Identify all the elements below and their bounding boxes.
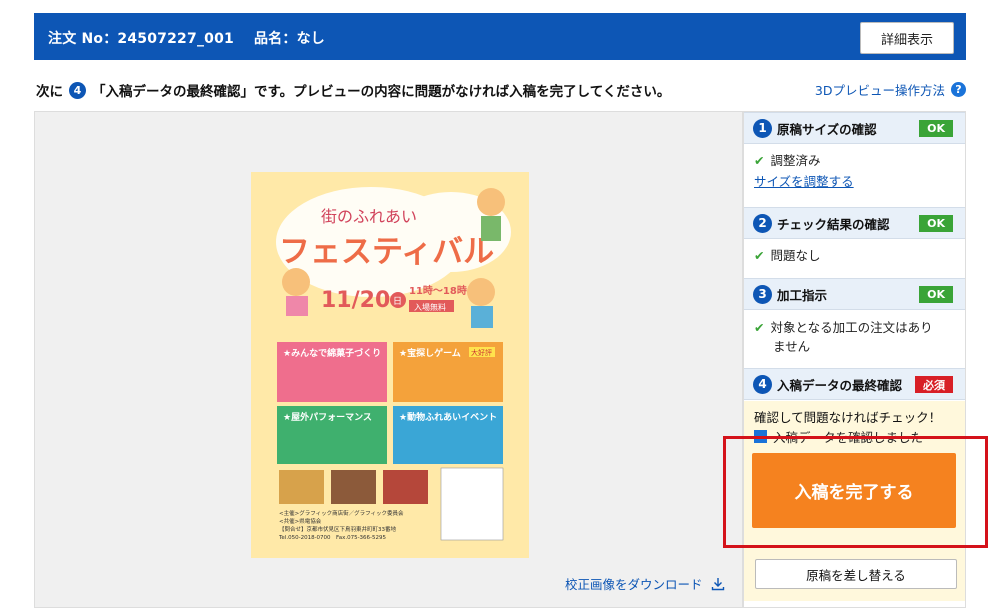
- flyer-co-organizer: <共催>県電協会: [279, 517, 322, 525]
- step-1-number: 1: [753, 118, 772, 138]
- step-3-body: ✔ 対象となる加工の注文はあり ません: [754, 318, 933, 356]
- step-2-status: 問題なし: [770, 248, 821, 263]
- confirm-instruction: 確認して問題なければチェック！: [754, 410, 942, 425]
- step-3-status-line1: 対象となる加工の注文はあり: [770, 320, 933, 335]
- flyer-box2-tag: 大好評: [471, 348, 492, 357]
- step-3-header: 3 加工指示 OK: [744, 278, 965, 310]
- step-1-body: ✔ 調整済み サイズを調整する: [754, 151, 854, 191]
- step-number-badge: 4: [69, 81, 86, 99]
- flyer-entry: 入場無料: [414, 302, 446, 312]
- step-2-title: チェック結果の確認: [777, 216, 890, 232]
- order-info: 注文 No：24507227_001 品名：なし: [48, 28, 325, 48]
- checkmark-icon: ✔: [754, 153, 765, 168]
- flyer-preview: 街のふれあい フェスティバル 11/20 日 11時〜18時 入場無料 ★みんな…: [251, 172, 529, 558]
- product-name: 品名：なし: [253, 31, 325, 47]
- flyer-box4-title: ★動物ふれあいイベント: [399, 411, 497, 423]
- step-2-ok-badge: OK: [919, 215, 953, 232]
- order-number: 注文 No：24507227_001: [48, 31, 234, 47]
- download-icon[interactable]: [711, 577, 725, 591]
- step-3-ok-badge: OK: [919, 286, 953, 303]
- adjust-size-link[interactable]: サイズを調整する: [754, 172, 854, 191]
- flyer-box3-title: ★屋外パフォーマンス: [283, 411, 372, 423]
- step-3-number: 3: [753, 284, 772, 304]
- question-icon[interactable]: ?: [951, 82, 966, 97]
- replace-manuscript-button[interactable]: 原稿を差し替える: [755, 559, 957, 589]
- step-1-ok-badge: OK: [919, 120, 953, 137]
- step-1-header: 1 原稿サイズの確認 OK: [744, 112, 965, 144]
- order-header-bar: 注文 No：24507227_001 品名：なし 詳細表示: [34, 13, 966, 60]
- instruction-body: 「入稿データの最終確認」です。プレビューの内容に問題がなければ入稿を完了してくだ…: [92, 84, 671, 100]
- help-link-label[interactable]: 3Dプレビュー操作方法: [815, 80, 945, 99]
- flyer-time: 11時〜18時: [409, 284, 467, 297]
- highlight-frame: [723, 436, 988, 548]
- step-1-title: 原稿サイズの確認: [777, 121, 877, 137]
- step-2-number: 2: [753, 213, 772, 233]
- step-4-header: 4 入稿データの最終確認 必須: [744, 368, 965, 400]
- instruction-prefix: 次に: [36, 84, 63, 100]
- detail-view-button[interactable]: 詳細表示: [860, 22, 954, 54]
- 3d-preview-help-link[interactable]: 3Dプレビュー操作方法 ?: [815, 80, 966, 99]
- step-4-number: 4: [753, 374, 772, 394]
- step-1-status: 調整済み: [770, 153, 821, 168]
- download-proof-link[interactable]: 校正画像をダウンロード: [565, 574, 725, 593]
- flyer-box1-title: ★みんなで綿菓子づくり: [283, 347, 381, 359]
- download-proof-label[interactable]: 校正画像をダウンロード: [565, 574, 703, 593]
- step-4-required-badge: 必須: [915, 376, 953, 393]
- step-3-title: 加工指示: [777, 287, 828, 303]
- flyer-date: 11/20: [321, 288, 390, 313]
- instruction-text: 次に 4 「入稿データの最終確認」です。プレビューの内容に問題がなければ入稿を完…: [36, 80, 670, 100]
- step-2-header: 2 チェック結果の確認 OK: [744, 207, 965, 239]
- checkmark-icon: ✔: [754, 248, 765, 263]
- flyer-title-big: フェスティバル: [279, 234, 494, 270]
- flyer-box2-title: ★宝探しゲーム: [399, 347, 461, 359]
- flyer-contact: 【問合せ】京都市伏見区下鳥羽東井町町33番地: [279, 525, 397, 533]
- step-4-title: 入稿データの最終確認: [777, 377, 903, 393]
- checkmark-icon: ✔: [754, 320, 765, 335]
- step-3-status-line2: ません: [773, 339, 811, 354]
- preview-area[interactable]: 街のふれあい フェスティバル 11/20 日 11時〜18時 入場無料 ★みんな…: [34, 111, 743, 608]
- flyer-date-day: 日: [393, 296, 402, 307]
- step-2-body: ✔ 問題なし: [754, 246, 821, 265]
- flyer-phone: Tel.050-2018-0700 Fax.075-366-5295: [278, 535, 387, 541]
- flyer-organizer: <主催>グラフィック商店街／グラフィック委員会: [279, 509, 404, 517]
- flyer-title-small: 街のふれあい: [321, 207, 417, 226]
